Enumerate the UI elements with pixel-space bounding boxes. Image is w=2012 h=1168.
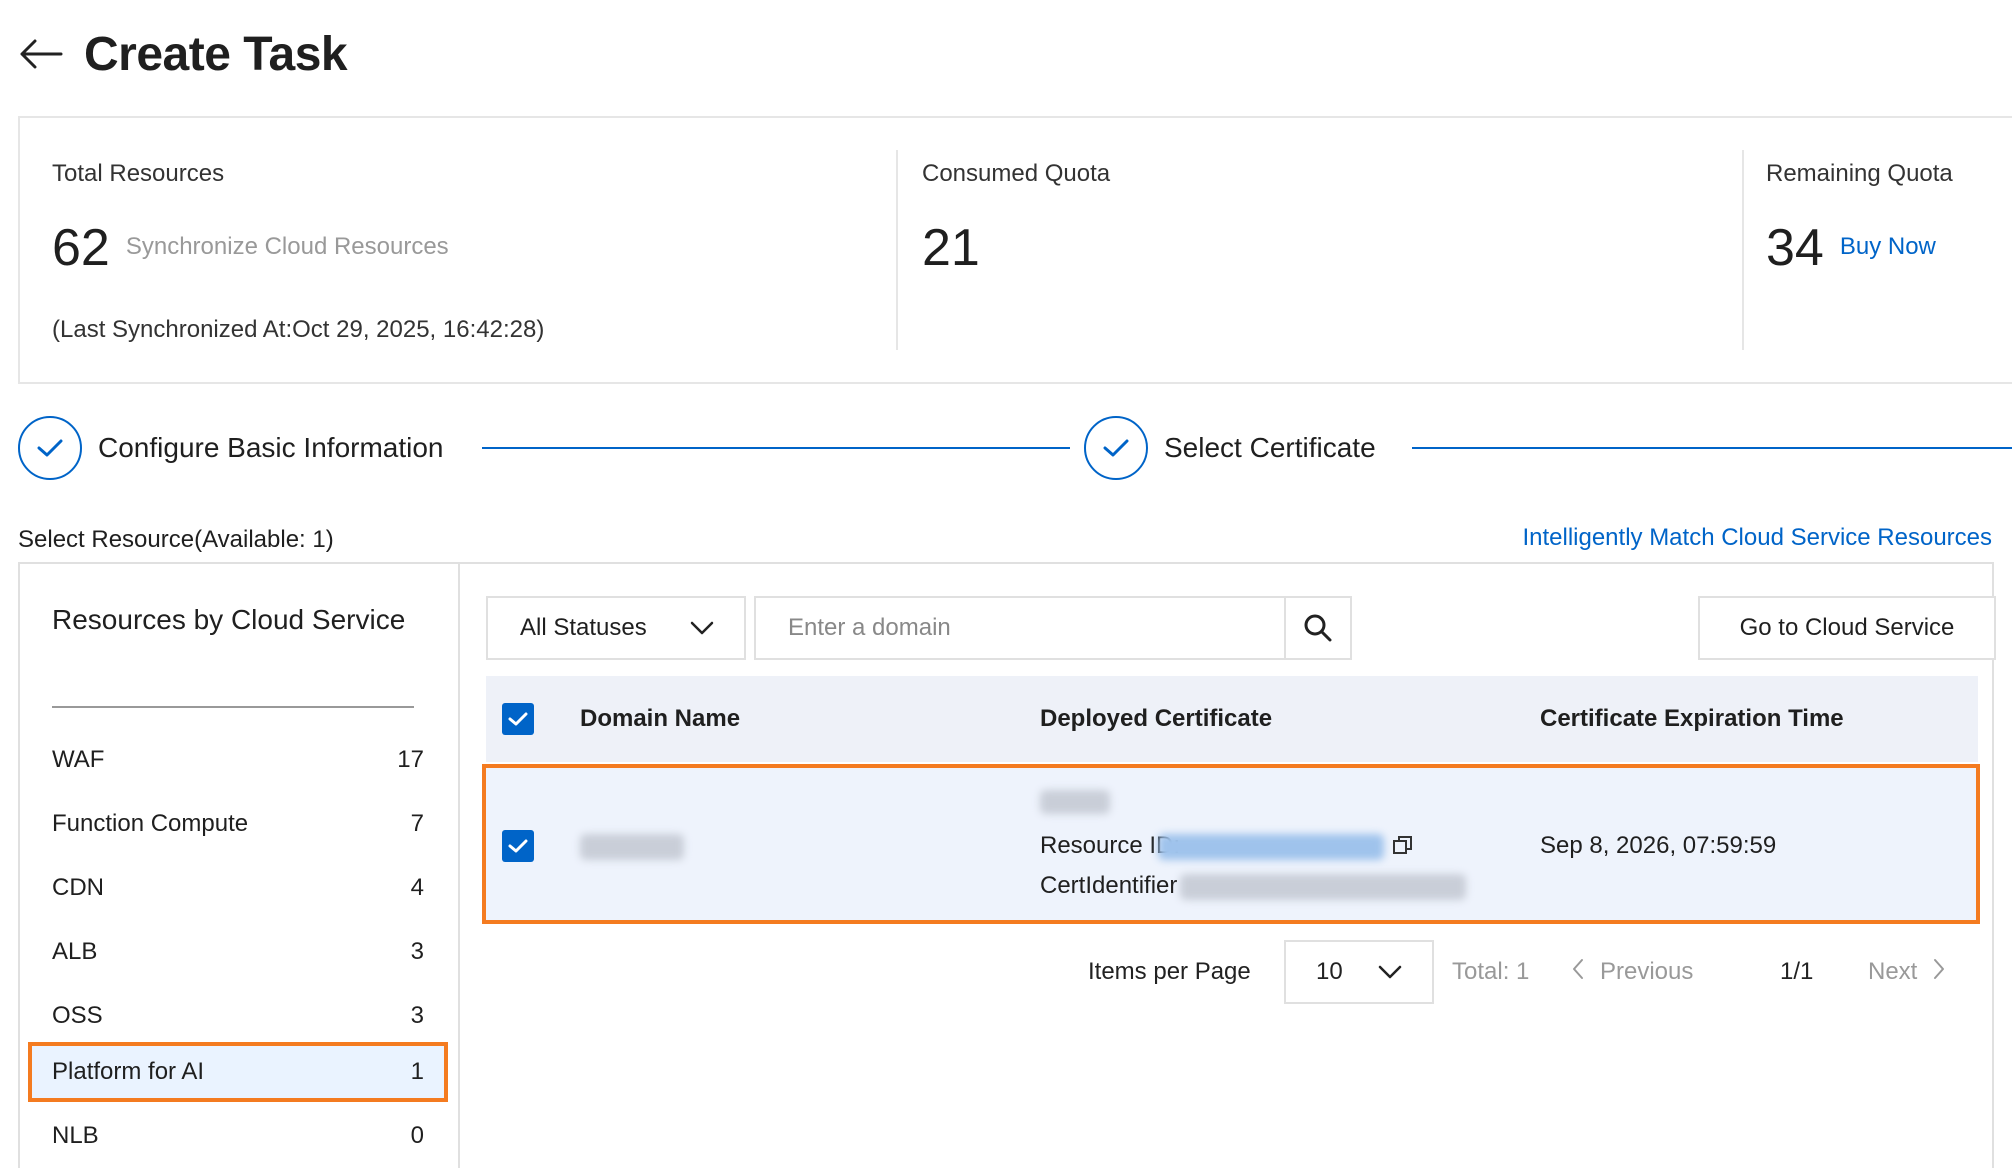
sidebar-item-function-compute[interactable]: Function Compute 7 xyxy=(28,794,448,854)
service-name: ALB xyxy=(52,938,98,965)
page-size-value: 10 xyxy=(1316,958,1343,985)
remaining-quota-number: 34 xyxy=(1766,219,1824,277)
service-name: Function Compute xyxy=(52,810,249,837)
check-icon xyxy=(1084,416,1148,480)
service-count: 0 xyxy=(410,1122,424,1149)
domain-search-input[interactable] xyxy=(756,598,1284,658)
redacted-certificate-name xyxy=(1040,790,1110,814)
copy-icon[interactable] xyxy=(1392,834,1414,861)
pagination: Items per Page 10 Total: 1 Previous 1/1 … xyxy=(462,940,1996,1004)
sidebar-item-alb[interactable]: ALB 3 xyxy=(28,922,448,982)
expiration-time: Sep 8, 2026, 07:59:59 xyxy=(1540,832,1777,859)
check-icon xyxy=(18,416,82,480)
redacted-resource-id[interactable] xyxy=(1158,834,1384,860)
consumed-quota-value: 21 xyxy=(922,219,980,277)
domain-search xyxy=(754,596,1352,660)
resource-list: All Statuses Go to Cloud Service Domain … xyxy=(462,564,1996,1168)
column-deployed-certificate: Deployed Certificate xyxy=(1040,705,1273,732)
chevron-right-icon xyxy=(1933,958,1945,987)
table-row[interactable]: Resource ID: CertIdentifier Sep 8, 2026,… xyxy=(482,764,1980,924)
total-resources-value: 62 Synchronize Cloud Resources xyxy=(52,218,449,278)
select-all-checkbox[interactable] xyxy=(502,703,534,735)
previous-label: Previous xyxy=(1600,958,1694,985)
sidebar-title: Resources by Cloud Service xyxy=(52,604,406,635)
service-count: 17 xyxy=(397,746,424,773)
last-synchronized-note: (Last Synchronized At:Oct 29, 2025, 16:4… xyxy=(52,316,545,343)
service-count: 3 xyxy=(410,938,424,965)
redacted-cert-identifier xyxy=(1180,874,1466,900)
status-filter-select[interactable]: All Statuses xyxy=(486,596,746,660)
total-resources-number: 62 xyxy=(52,219,110,277)
page-indicator: 1/1 xyxy=(1780,958,1814,985)
step-select-certificate: Select Certificate xyxy=(1084,416,1376,480)
step-connector xyxy=(482,447,1070,449)
row-checkbox[interactable] xyxy=(502,830,534,862)
quota-summary-card: Total Resources 62 Synchronize Cloud Reso… xyxy=(18,116,2012,384)
step-label: Select Certificate xyxy=(1164,432,1376,463)
sidebar-divider xyxy=(52,706,414,708)
select-resource-title: Select Resource(Available: 1) xyxy=(18,526,334,553)
column-domain-name: Domain Name xyxy=(580,705,741,732)
back-arrow-icon[interactable] xyxy=(18,31,64,77)
service-name: CDN xyxy=(52,874,104,901)
service-name: Platform for AI xyxy=(52,1058,205,1085)
buy-now-link[interactable]: Buy Now xyxy=(1840,233,1936,260)
sidebar-item-cdn[interactable]: CDN 4 xyxy=(28,858,448,918)
search-icon[interactable] xyxy=(1284,598,1350,658)
service-count: 7 xyxy=(410,810,424,837)
chevron-down-icon xyxy=(1378,958,1402,986)
intelligently-match-link[interactable]: Intelligently Match Cloud Service Resour… xyxy=(1522,524,1992,552)
go-to-cloud-service-button[interactable]: Go to Cloud Service xyxy=(1698,596,1996,660)
next-button[interactable]: Next xyxy=(1868,940,1945,1004)
remaining-quota-value: 34 Buy Now xyxy=(1766,218,1936,278)
service-count: 4 xyxy=(410,874,424,901)
sidebar-item-waf[interactable]: WAF 17 xyxy=(28,730,448,790)
page-title: Create Task xyxy=(84,27,348,81)
chevron-down-icon xyxy=(690,614,714,642)
consumed-quota-label: Consumed Quota xyxy=(922,160,1111,187)
service-name: NLB xyxy=(52,1122,99,1149)
chevron-left-icon xyxy=(1572,958,1584,987)
stat-divider xyxy=(896,150,898,350)
cert-identifier-label: CertIdentifier xyxy=(1040,872,1178,899)
service-name: WAF xyxy=(52,746,105,773)
synchronize-cloud-resources-link[interactable]: Synchronize Cloud Resources xyxy=(126,233,449,260)
service-count: 1 xyxy=(410,1058,424,1085)
service-name: OSS xyxy=(52,1002,103,1029)
status-filter-value: All Statuses xyxy=(520,614,647,641)
page-header: Create Task xyxy=(18,24,348,84)
table-header: Domain Name Deployed Certificate Certifi… xyxy=(486,676,1978,762)
page-size-select[interactable]: 10 xyxy=(1284,940,1434,1004)
sidebar-item-platform-for-ai[interactable]: Platform for AI 1 xyxy=(28,1042,448,1102)
service-count: 3 xyxy=(410,1002,424,1029)
next-label: Next xyxy=(1868,958,1918,985)
column-certificate-expiration: Certificate Expiration Time xyxy=(1540,705,1844,732)
items-per-page-label: Items per Page xyxy=(1088,958,1251,985)
redacted-domain xyxy=(580,834,684,860)
total-count: Total: 1 xyxy=(1452,958,1530,985)
previous-button[interactable]: Previous xyxy=(1572,940,1693,1004)
cloud-service-sidebar: Resources by Cloud Service WAF 17 Functi… xyxy=(20,564,460,1168)
step-progress: Configure Basic Information Select Certi… xyxy=(18,416,2012,480)
sidebar-item-oss[interactable]: OSS 3 xyxy=(28,986,448,1046)
step-connector xyxy=(1412,447,2012,449)
sidebar-item-nlb[interactable]: NLB 0 xyxy=(28,1106,448,1166)
step-configure-basic-information: Configure Basic Information xyxy=(18,416,444,480)
total-resources-label: Total Resources xyxy=(52,160,225,187)
step-label: Configure Basic Information xyxy=(98,432,444,463)
stat-divider xyxy=(1742,150,1744,350)
remaining-quota-label: Remaining Quota xyxy=(1766,160,1953,187)
resource-panel: Resources by Cloud Service WAF 17 Functi… xyxy=(18,562,1996,1168)
